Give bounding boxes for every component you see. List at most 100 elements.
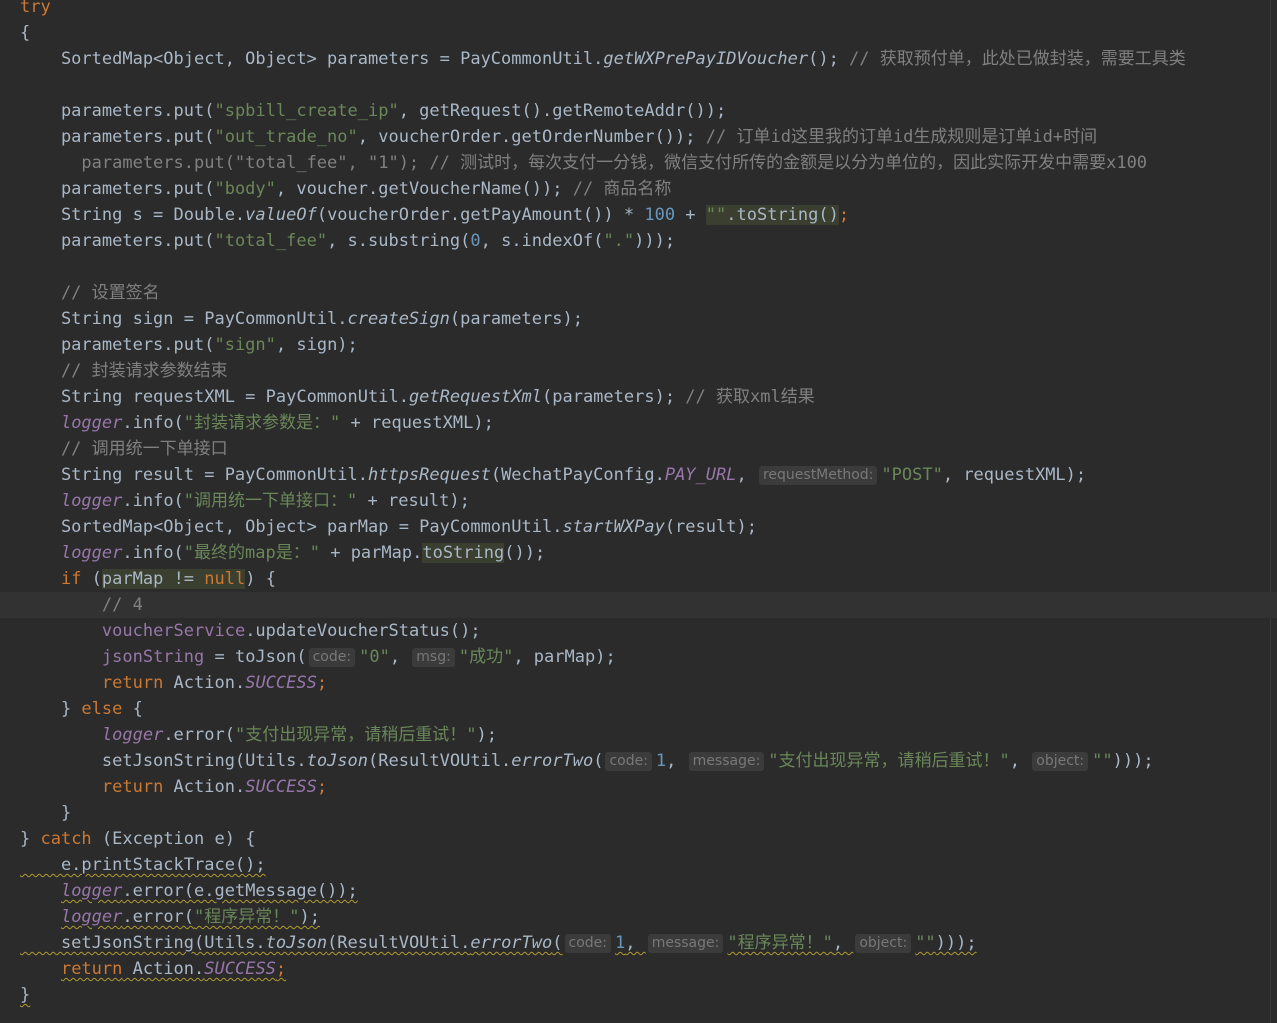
code-token: // 4 [20,595,143,615]
code-token: ; [316,777,328,797]
code-line[interactable] [0,254,1277,280]
code-token: "支付出现异常，请稍后重试！" [234,725,477,745]
code-line[interactable]: e.printStackTrace(); [0,852,1277,878]
code-token: , voucherOrder.getOrderNumber()); [357,127,706,147]
code-token: } [20,985,31,1005]
code-token: (ResultVOUtil. [368,751,512,771]
code-token: // 获取预付单，此处已做封装，需要工具类 [849,49,1186,69]
code-token: ); [299,907,320,927]
code-line-text: // 设置签名 [20,280,160,306]
code-line[interactable]: parameters.put("out_trade_no", voucherOr… [0,124,1277,150]
code-line[interactable]: if (parMap != null) { [0,566,1277,592]
code-line[interactable]: voucherService.updateVoucherStatus(); [0,618,1277,644]
code-token: (Exception e) { [91,829,256,849]
code-token: // 封装请求参数结束 [20,361,228,381]
code-line[interactable]: logger.info("调用统一下单接口：" + result); [0,488,1277,514]
code-token: "spbill_create_ip" [214,101,399,121]
code-line-text: parameters.put("sign", sign); [20,332,358,358]
code-token: toJson [306,751,368,771]
code-line[interactable]: // 调用统一下单接口 [0,436,1277,462]
code-line[interactable]: parameters.put("total_fee", "1"); // 测试时… [0,150,1277,176]
code-line[interactable]: // 设置签名 [0,280,1277,306]
code-token: 100 [644,205,676,225]
code-line[interactable]: return Action.SUCCESS; [0,774,1277,800]
code-line[interactable]: parameters.put("sign", sign); [0,332,1277,358]
code-token: SUCCESS [245,777,317,797]
code-token: getRequestXml [408,387,542,407]
code-token: ; [838,205,850,225]
code-line[interactable]: logger.error("程序异常！"); [0,904,1277,930]
code-line-text: // 4 [20,592,143,618]
code-token: SUCCESS [245,673,317,693]
code-line[interactable]: parameters.put("body", voucher.getVouche… [0,176,1277,202]
code-token: "0" [359,647,390,667]
code-line[interactable]: String result = PayCommonUtil.httpsReque… [0,462,1277,488]
code-line[interactable]: logger.info("最终的map是：" + parMap.toString… [0,540,1277,566]
code-token: logger [60,413,123,433]
code-token: startWXPay [562,517,665,537]
code-line[interactable]: String requestXML = PayCommonUtil.getReq… [0,384,1277,410]
code-line[interactable]: setJsonString(Utils.toJson(ResultVOUtil.… [0,930,1277,956]
code-line[interactable]: String s = Double.valueOf(voucherOrder.g… [0,202,1277,228]
code-line[interactable]: // 封装请求参数结束 [0,358,1277,384]
code-token: } [20,803,72,823]
code-token: "." [603,231,635,251]
code-line[interactable]: } catch (Exception e) { [0,826,1277,852]
code-line[interactable]: parameters.put("total_fee", s.substring(… [0,228,1277,254]
code-line[interactable]: SortedMap<Object, Object> parameters = P… [0,46,1277,72]
code-token: (); [808,49,850,69]
code-line[interactable] [0,72,1277,98]
code-token: , [625,933,646,953]
code-line[interactable]: } [0,800,1277,826]
code-line[interactable]: } [0,982,1277,1008]
code-line-text: try [20,0,51,20]
code-token: try [20,0,51,17]
code-token: { [122,699,143,719]
code-token: ))); [935,933,977,953]
code-token: (voucherOrder.getPayAmount()) * [316,205,645,225]
code-token: // 调用统一下单接口 [20,439,228,459]
code-line-text: parameters.put("total_fee", s.substring(… [20,228,675,254]
code-line[interactable]: { [0,20,1277,46]
code-token: .updateVoucherStatus(); [245,621,481,641]
code-line-text: if (parMap != null) { [20,566,276,592]
code-line[interactable]: // 4 [0,592,1277,618]
code-token: ( [593,751,604,771]
code-editor[interactable]: try { SortedMap<Object, Object> parameter… [0,0,1277,1023]
code-line[interactable]: logger.info("封装请求参数是：" + requestXML); [0,410,1277,436]
code-token: , voucher.getVoucherName()); [275,179,573,199]
code-line[interactable]: try [0,0,1277,20]
code-line[interactable]: setJsonString(Utils.toJson(ResultVOUtil.… [0,748,1277,774]
code-token: "成功" [458,647,514,667]
code-line[interactable]: logger.error(e.getMessage()); [0,878,1277,904]
code-line-text: logger.error("程序异常！"); [20,904,320,930]
code-token: String sign = PayCommonUtil. [20,309,348,329]
code-token: ( [552,933,563,953]
code-token: ; [316,673,328,693]
code-line-text: return Action.SUCCESS; [20,956,286,982]
code-line[interactable]: logger.error("支付出现异常，请稍后重试！"); [0,722,1277,748]
code-line-text: String sign = PayCommonUtil.createSign(p… [20,306,583,332]
code-line[interactable]: jsonString = toJson(code: "0", msg: "成功", … [0,644,1277,670]
parameter-hint: object: [855,934,912,953]
code-token: getWXPrePayIDVoucher [603,49,809,69]
code-line[interactable]: return Action.SUCCESS; [0,956,1277,982]
code-line[interactable]: String sign = PayCommonUtil.createSign(p… [0,306,1277,332]
code-token: e.printStackTrace(); [20,855,266,875]
code-token: SortedMap<Object, Object> parMap = PayCo… [20,517,563,537]
code-token: "out_trade_no" [214,127,358,147]
code-token: jsonString [101,647,205,667]
code-token: , [389,647,411,667]
code-token: (WechatPayConfig. [490,465,665,485]
code-token: Action. [122,959,205,979]
code-token: PAY_URL [664,465,737,485]
code-line[interactable]: return Action.SUCCESS; [0,670,1277,696]
code-line[interactable]: SortedMap<Object, Object> parMap = PayCo… [0,514,1277,540]
code-token: valueOf [245,205,317,225]
code-line[interactable]: } else { [0,696,1277,722]
code-line[interactable]: parameters.put("spbill_create_ip", getRe… [0,98,1277,124]
